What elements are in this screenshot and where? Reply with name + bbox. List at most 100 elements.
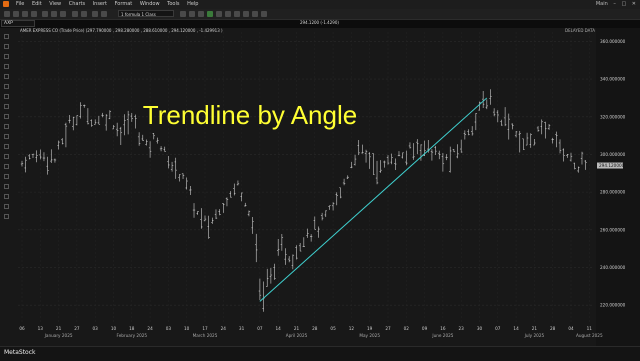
ohlc-bar	[298, 242, 302, 252]
x-tick-label: 10	[184, 326, 190, 331]
ohlc-bar	[203, 215, 207, 222]
ohlc-bar	[35, 150, 38, 163]
ohlc-bar	[342, 178, 346, 186]
ohlc-bar	[28, 154, 31, 160]
x-tick-label: 27	[385, 326, 391, 331]
ohlc-bar	[269, 267, 273, 284]
ohlc-bar	[112, 124, 115, 130]
ohlc-bar	[295, 245, 298, 260]
ohlc-bar	[401, 152, 404, 159]
ohlc-bar	[375, 160, 379, 185]
ohlc-bar	[430, 149, 434, 161]
ohlc-bar	[207, 215, 210, 239]
x-tick-label: 28	[312, 326, 318, 331]
ohlc-bar	[328, 205, 331, 210]
overlay-title: Trendline by Angle	[143, 100, 357, 130]
ohlc-bar	[159, 146, 163, 152]
ohlc-bar	[434, 145, 437, 155]
ohlc-bar	[126, 110, 130, 135]
ohlc-bar	[222, 203, 225, 213]
x-tick-label: 28	[550, 326, 556, 331]
ohlc-bar	[372, 153, 375, 175]
ohlc-bar	[317, 226, 320, 238]
ohlc-bar	[463, 130, 467, 140]
ohlc-bar	[361, 144, 364, 154]
ohlc-bar	[185, 177, 188, 190]
ohlc-bar	[544, 121, 547, 139]
ohlc-bar	[42, 152, 46, 162]
ohlc-bar	[31, 153, 35, 159]
x-tick-label: 07	[495, 326, 501, 331]
ohlc-bar	[529, 133, 532, 148]
ohlc-bar	[309, 234, 313, 242]
ohlc-bar	[108, 110, 112, 120]
ohlc-bar	[445, 154, 448, 161]
x-tick-label: 24	[147, 326, 153, 331]
ohlc-bar	[240, 192, 243, 202]
x-month-label: January 2025	[44, 333, 73, 338]
ohlc-bar	[357, 140, 360, 156]
ohlc-bar	[525, 132, 529, 146]
price-chart: 360.000000 340.000000 320.000000 300.000000…	[18, 32, 626, 338]
ohlc-bar	[163, 146, 166, 152]
ohlc-bar	[214, 209, 218, 219]
x-tick-label: 21	[56, 326, 62, 331]
ohlc-bar	[291, 254, 295, 270]
x-month-label: July 2025	[524, 333, 545, 338]
ohlc-bar	[405, 150, 408, 166]
ohlc-bar	[390, 153, 393, 165]
ohlc-bar	[167, 155, 170, 169]
ohlc-bar	[485, 99, 489, 110]
ohlc-bar	[481, 91, 485, 108]
ohlc-bar	[225, 197, 229, 207]
ohlc-bar	[350, 161, 353, 169]
ohlc-bar	[522, 138, 525, 150]
ohlc-bar	[547, 124, 551, 130]
ohlc-bar	[551, 137, 554, 144]
last-price-label: 294.120000	[599, 163, 625, 168]
ohlc-bar	[75, 115, 79, 126]
ohlc-bar	[287, 256, 291, 263]
ohlc-bar	[86, 108, 90, 125]
x-month-label: March 2025	[193, 333, 218, 338]
ohlc-bar	[178, 174, 181, 182]
x-month-label: May 2025	[359, 333, 380, 338]
ohlc-bar	[20, 160, 24, 167]
ohlc-bar	[580, 151, 584, 165]
ohlc-bar	[320, 212, 324, 221]
ohlc-bar	[46, 156, 49, 175]
ohlc-bar	[536, 126, 540, 132]
ohlc-bar	[130, 112, 133, 122]
ohlc-bar	[251, 216, 254, 234]
ohlc-bar	[277, 239, 280, 256]
y-tick-label: 280.000000	[600, 190, 626, 195]
ohlc-bar	[540, 119, 543, 135]
ohlc-bar	[492, 108, 496, 117]
ohlc-bar	[170, 161, 174, 172]
x-tick-label: 14	[276, 326, 282, 331]
ohlc-bar	[174, 157, 177, 179]
ohlc-bar	[181, 173, 185, 179]
x-tick-label: 03	[93, 326, 99, 331]
ohlc-bar	[412, 143, 415, 160]
x-tick-label: 13	[38, 326, 44, 331]
ohlc-bar	[518, 130, 521, 153]
ohlc-bar	[577, 166, 580, 173]
ohlc-bar	[456, 144, 459, 159]
x-tick-label: 27	[74, 326, 80, 331]
ohlc-bar	[145, 139, 148, 146]
x-tick-label: 12	[349, 326, 355, 331]
ohlc-bar	[284, 248, 287, 265]
ohlc-bar	[273, 263, 276, 280]
x-month-label: February 2025	[117, 333, 148, 338]
ohlc-bar	[460, 139, 463, 153]
y-tick-label: 340.000000	[600, 77, 626, 82]
ohlc-bar	[507, 113, 510, 140]
ohlc-bar	[331, 202, 335, 211]
ohlc-bar	[152, 133, 155, 140]
x-tick-label: 21	[532, 326, 538, 331]
ohlc-bar	[211, 217, 214, 224]
ohlc-bar	[83, 104, 86, 108]
x-tick-label: 05	[330, 326, 336, 331]
ohlc-bar	[335, 192, 338, 206]
